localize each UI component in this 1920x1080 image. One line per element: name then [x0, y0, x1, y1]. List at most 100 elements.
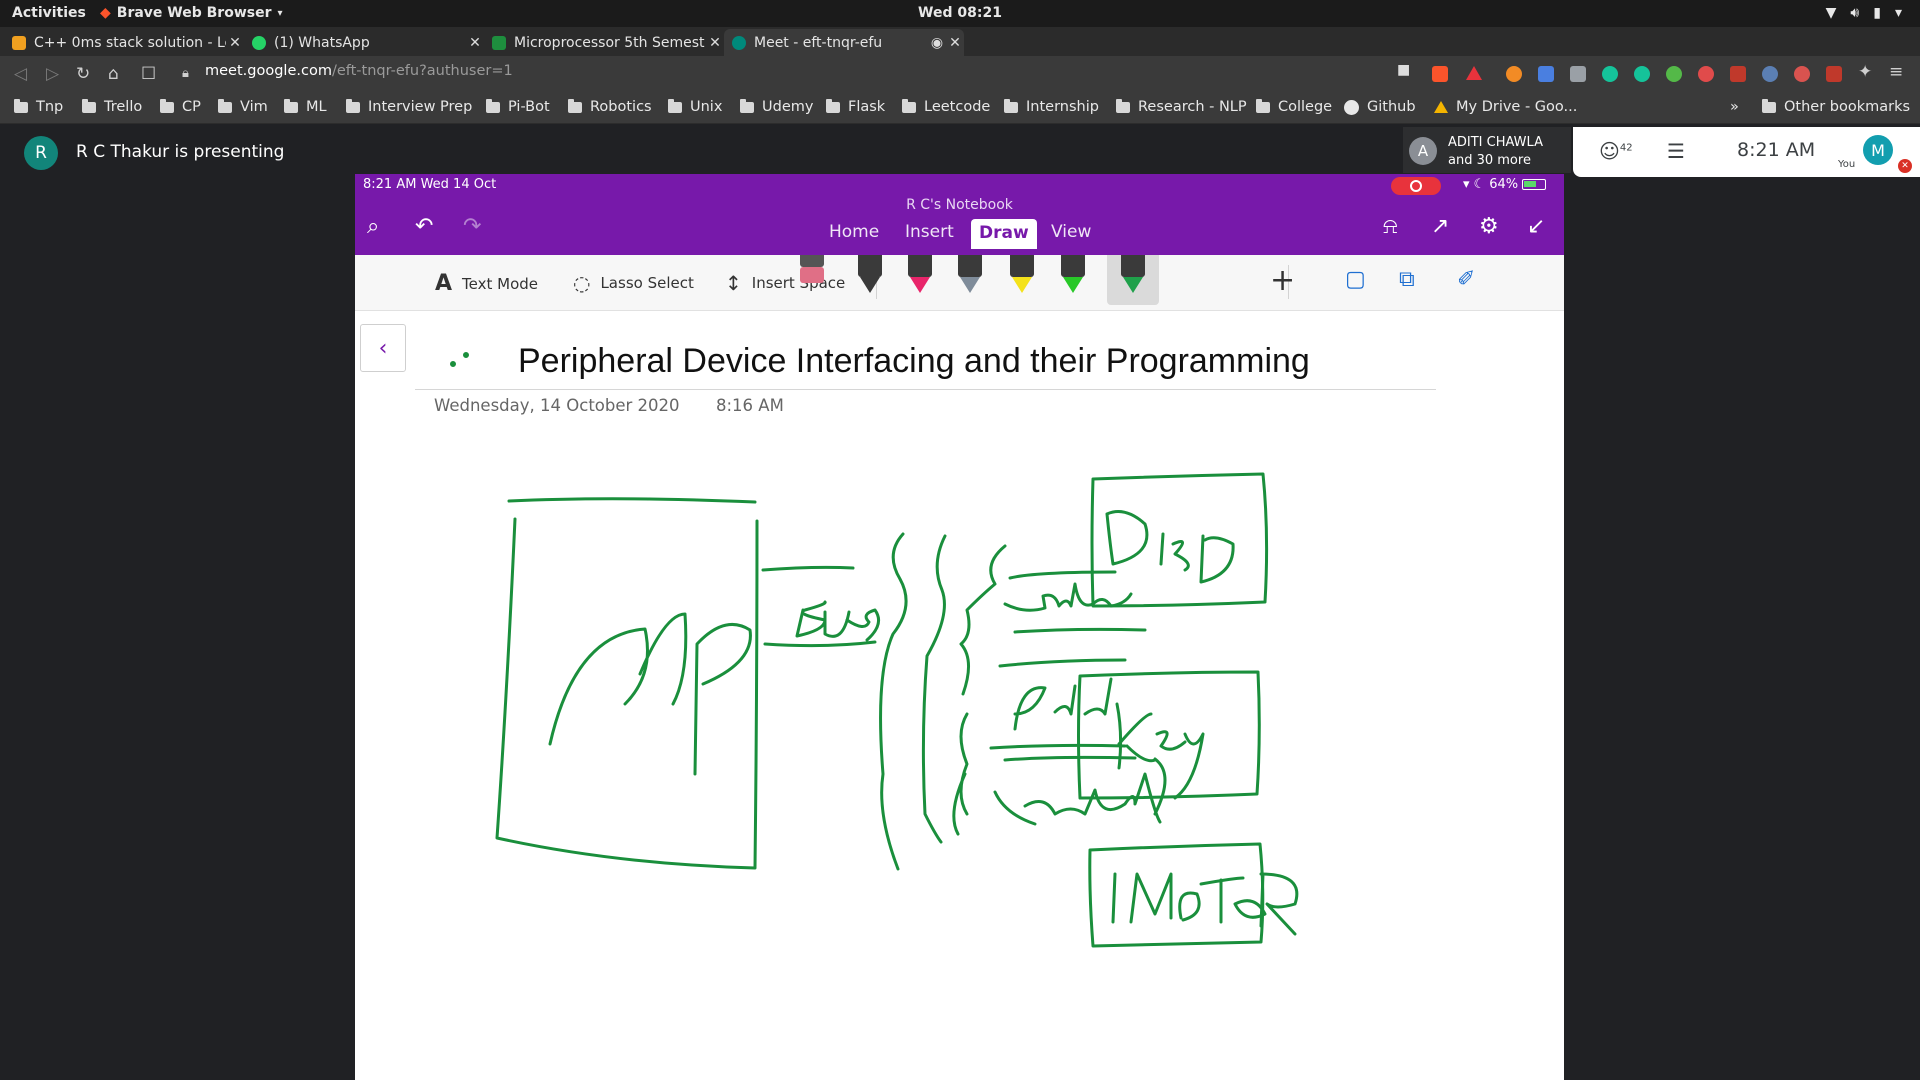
alarm-icon[interactable] [1698, 66, 1714, 82]
reload-icon[interactable]: ↻ [76, 64, 90, 84]
ink-key-text [1115, 702, 1205, 800]
bookmark-unix[interactable]: Unix [668, 98, 722, 115]
grammarly-icon[interactable] [1634, 66, 1650, 82]
tab-whatsapp[interactable]: (1) WhatsApp ✕ [244, 29, 484, 56]
folder-icon [1256, 98, 1270, 113]
ink-mp-box [495, 497, 759, 870]
participant-tile[interactable]: A ADITI CHAWLA and 30 more [1403, 127, 1571, 173]
ink-data-text [1003, 570, 1147, 634]
close-icon[interactable]: ✕ [226, 35, 244, 51]
bookmark-vim[interactable]: Vim [218, 98, 268, 115]
battery-icon: ▮ [1873, 5, 1881, 21]
self-avatar[interactable]: M [1863, 135, 1893, 165]
back-icon[interactable]: ◁ [14, 64, 27, 84]
ink-bus-text [795, 600, 881, 642]
bookmark-flask[interactable]: Flask [826, 98, 885, 115]
folder-icon [568, 98, 582, 113]
folder-icon [1116, 98, 1130, 113]
ink-dot [463, 352, 469, 358]
ink-brace-right [921, 534, 947, 844]
bookmark-tnp[interactable]: Tnp [14, 98, 64, 115]
bookmark-udemy[interactable]: Udemy [740, 98, 813, 115]
bookmark-label: College [1278, 99, 1333, 115]
bookmark-label: Robotics [590, 99, 652, 115]
lock-icon[interactable]: 🔒︎ [182, 66, 189, 81]
bookmark-cp[interactable]: CP [160, 98, 201, 115]
bookmark-label: ML [306, 99, 327, 115]
ink-brace-left [879, 532, 908, 871]
extension-icon[interactable] [1666, 66, 1682, 82]
chat-button[interactable]: ☰ [1667, 139, 1685, 163]
tab-leetcode[interactable]: C++ 0ms stack solution - Le ✕ [4, 29, 244, 56]
tab-classroom[interactable]: Microprocessor 5th Semest ✕ [484, 29, 724, 56]
ink-mp-text [548, 612, 752, 776]
participant-more: and 30 more [1448, 153, 1531, 168]
google-drive-icon [1434, 101, 1448, 113]
bookmark-pi-bot[interactable]: Pi-Bot [486, 98, 550, 115]
tab-title: C++ 0ms stack solution - Le [34, 34, 226, 51]
bookmark-label: Github [1367, 99, 1416, 115]
bookmarks-overflow-button[interactable]: » [1730, 99, 1739, 115]
system-clock[interactable]: Wed 08:21 [0, 5, 1920, 21]
menu-icon[interactable]: ≡ [1889, 62, 1903, 82]
activities-button[interactable]: Activities [12, 5, 86, 21]
puzzle-icon[interactable]: ✦ [1858, 62, 1872, 82]
meet-top-right-panel: ☺︎42 ☰ 8:21 AM M You ✕ [1573, 127, 1920, 177]
people-button[interactable]: ☺︎42 [1599, 139, 1633, 163]
bookmark-other[interactable]: Other bookmarks [1762, 98, 1910, 115]
extension-icon[interactable] [1794, 66, 1810, 82]
bookmark-college[interactable]: College [1256, 98, 1333, 115]
tab-title: Meet - eft-tnqr-efu [754, 34, 883, 51]
bookmark-leetcode[interactable]: Leetcode [902, 98, 990, 115]
bookmark-icon[interactable]: ☐ [141, 64, 156, 84]
system-tray[interactable]: ▼ 🔊︎ ▮ ▾ [1826, 5, 1902, 21]
bookmark-github[interactable]: Github [1344, 99, 1416, 115]
mic-off-icon: ✕ [1898, 159, 1912, 173]
bookmark-internship[interactable]: Internship [1004, 98, 1099, 115]
overflow-label: » [1730, 99, 1739, 115]
tab-title: (1) WhatsApp [274, 34, 370, 51]
participant-name: ADITI CHAWLA [1448, 135, 1543, 150]
grammarly-icon[interactable] [1602, 66, 1618, 82]
close-icon[interactable]: ✕ [946, 35, 964, 51]
bookmark-trello[interactable]: Trello [82, 98, 143, 115]
classroom-icon [492, 35, 506, 50]
extension-icon[interactable] [1762, 66, 1778, 82]
app-menu[interactable]: ◆ Brave Web Browser ▾ [100, 5, 283, 21]
home-icon[interactable]: ⌂ [108, 64, 119, 84]
meet-icon [732, 35, 746, 50]
extension-icon[interactable] [1570, 66, 1586, 82]
calendar-icon[interactable] [1826, 66, 1842, 82]
wifi-icon: ▼ [1825, 5, 1837, 21]
tab-title: Microprocessor 5th Semest [514, 34, 705, 51]
bookmark-ml[interactable]: ML [284, 98, 327, 115]
close-icon[interactable]: ✕ [466, 35, 484, 51]
translate-icon[interactable] [1538, 66, 1554, 82]
bookmark-label: Tnp [36, 99, 64, 115]
forward-icon[interactable]: ▷ [46, 64, 59, 84]
extension-icon[interactable] [1506, 66, 1522, 82]
address-bar-row: ◁ ▷ ↻ ⌂ ☐ 🔒︎ meet.google.com/eft-tnqr-ef… [0, 56, 1920, 92]
bookmark-label: Interview Prep [368, 99, 473, 115]
leetcode-icon [12, 35, 26, 50]
bookmark-my-drive[interactable]: My Drive - Goo... [1434, 99, 1577, 115]
close-icon[interactable]: ✕ [706, 35, 724, 51]
bookmark-label: Trello [104, 99, 143, 115]
bookmark-research-nlp[interactable]: Research - NLP [1116, 98, 1247, 115]
camera-icon[interactable]: ■ [1397, 62, 1413, 78]
bookmark-interview-prep[interactable]: Interview Prep [346, 98, 473, 115]
url-field[interactable]: meet.google.com/eft-tnqr-efu?authuser=1 [205, 63, 513, 79]
handwriting-canvas[interactable] [355, 174, 1564, 1080]
ink-disp-text [1105, 510, 1235, 584]
people-icon: ☺︎ [1599, 139, 1620, 163]
avatar: A [1409, 137, 1437, 165]
tab-meet[interactable]: Meet - eft-tnqr-efu ◉ ✕ [724, 29, 964, 56]
folder-icon [160, 98, 174, 113]
folder-icon [1004, 98, 1018, 113]
bookmark-robotics[interactable]: Robotics [568, 98, 652, 115]
app-name: Brave Web Browser [116, 5, 272, 21]
brave-rewards-icon[interactable] [1466, 66, 1482, 80]
self-label: You [1838, 159, 1856, 170]
brave-shields-icon[interactable] [1432, 66, 1448, 82]
shield-icon[interactable] [1730, 66, 1746, 82]
